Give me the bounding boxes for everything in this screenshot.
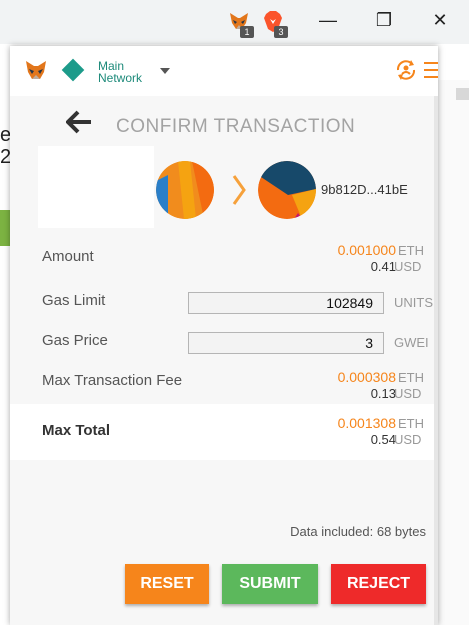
network-name-line2: Network: [98, 71, 143, 85]
minimize-button[interactable]: —: [312, 6, 344, 34]
reset-button[interactable]: RESET: [125, 564, 209, 604]
title-row: CONFIRM TRANSACTION: [10, 96, 434, 144]
popup-scrollbar[interactable]: [434, 96, 438, 625]
submit-button[interactable]: SUBMIT: [222, 564, 318, 604]
background-page-edge: [438, 80, 469, 625]
gas-limit-row: Gas Limit 102849 UNITS: [10, 288, 434, 328]
max-fee-eth-value: 0.000308: [337, 369, 396, 385]
close-window-button[interactable]: ✕: [424, 6, 456, 34]
recipient-address: 9b812D...41bE: [321, 182, 408, 197]
browser-toolbar: 1 3 — ❐ ✕: [0, 0, 469, 44]
background-scrollbar: [456, 88, 469, 100]
max-fee-usd-unit: USD: [394, 386, 422, 401]
gas-limit-input[interactable]: 102849: [188, 292, 384, 314]
to-identicon: [258, 161, 316, 219]
minimize-icon: —: [319, 9, 337, 30]
brave-extension-button[interactable]: 3: [260, 8, 288, 38]
restore-icon: ❐: [375, 9, 393, 30]
network-diamond-icon: [61, 58, 85, 82]
extension-badge: 1: [240, 26, 254, 38]
max-fee-eth-unit: ETH: [398, 370, 424, 385]
max-total-usd-value: 0.54: [370, 432, 396, 447]
max-total-eth-value: 0.001308: [337, 415, 396, 431]
amount-usd-value: 0.41: [370, 259, 396, 274]
gas-price-label: Gas Price: [42, 332, 108, 349]
max-fee-usd-value: 0.13: [370, 386, 396, 401]
confirm-transaction-view: CONFIRM TRANSACTION 9b812D...41bE Amount…: [10, 96, 434, 625]
close-icon: ✕: [432, 9, 448, 30]
max-total-usd-unit: USD: [394, 432, 422, 447]
back-arrow-icon[interactable]: [66, 110, 92, 134]
amount-eth-unit: ETH: [398, 243, 424, 258]
gas-limit-label: Gas Limit: [42, 292, 106, 309]
max-total-label: Max Total: [42, 422, 111, 439]
max-fee-label: Max Transaction Fee: [42, 372, 183, 389]
account-switch-icon[interactable]: [394, 58, 418, 82]
app-header: Main Network: [10, 46, 438, 96]
amount-usd-unit: USD: [394, 259, 422, 274]
page-title: CONFIRM TRANSACTION: [116, 116, 356, 137]
from-identicon: [156, 161, 214, 219]
restore-button[interactable]: ❐: [368, 6, 400, 34]
chevron-down-icon: [160, 68, 170, 74]
hamburger-menu-icon[interactable]: [424, 62, 438, 78]
amount-label: Amount: [42, 248, 94, 265]
network-name: Main Network: [98, 60, 142, 84]
amount-eth-value: 0.001000: [337, 242, 396, 258]
gas-price-unit: GWEI: [394, 335, 429, 350]
metamask-extension-button[interactable]: 1: [226, 8, 254, 38]
extension-badge: 3: [274, 26, 288, 38]
metamask-popup: Main Network CONFIRM TRANSACTION 9b812D.…: [10, 46, 438, 625]
from-account-card: [38, 146, 154, 228]
background-button: [0, 210, 10, 246]
max-total-eth-unit: ETH: [398, 416, 424, 431]
metamask-logo-icon: [26, 61, 46, 79]
chevron-right-icon: [232, 175, 246, 205]
gas-price-input[interactable]: 3: [188, 332, 384, 354]
amount-row: Amount 0.001000 ETH 0.41 USD: [10, 236, 434, 288]
reject-button[interactable]: REJECT: [331, 564, 426, 604]
max-total-row: Max Total 0.001308 ETH 0.54 USD: [10, 404, 434, 460]
data-included-note: Data included: 68 bytes: [290, 524, 426, 539]
gas-limit-unit: UNITS: [394, 295, 433, 310]
gas-price-row: Gas Price 3 GWEI: [10, 328, 434, 368]
